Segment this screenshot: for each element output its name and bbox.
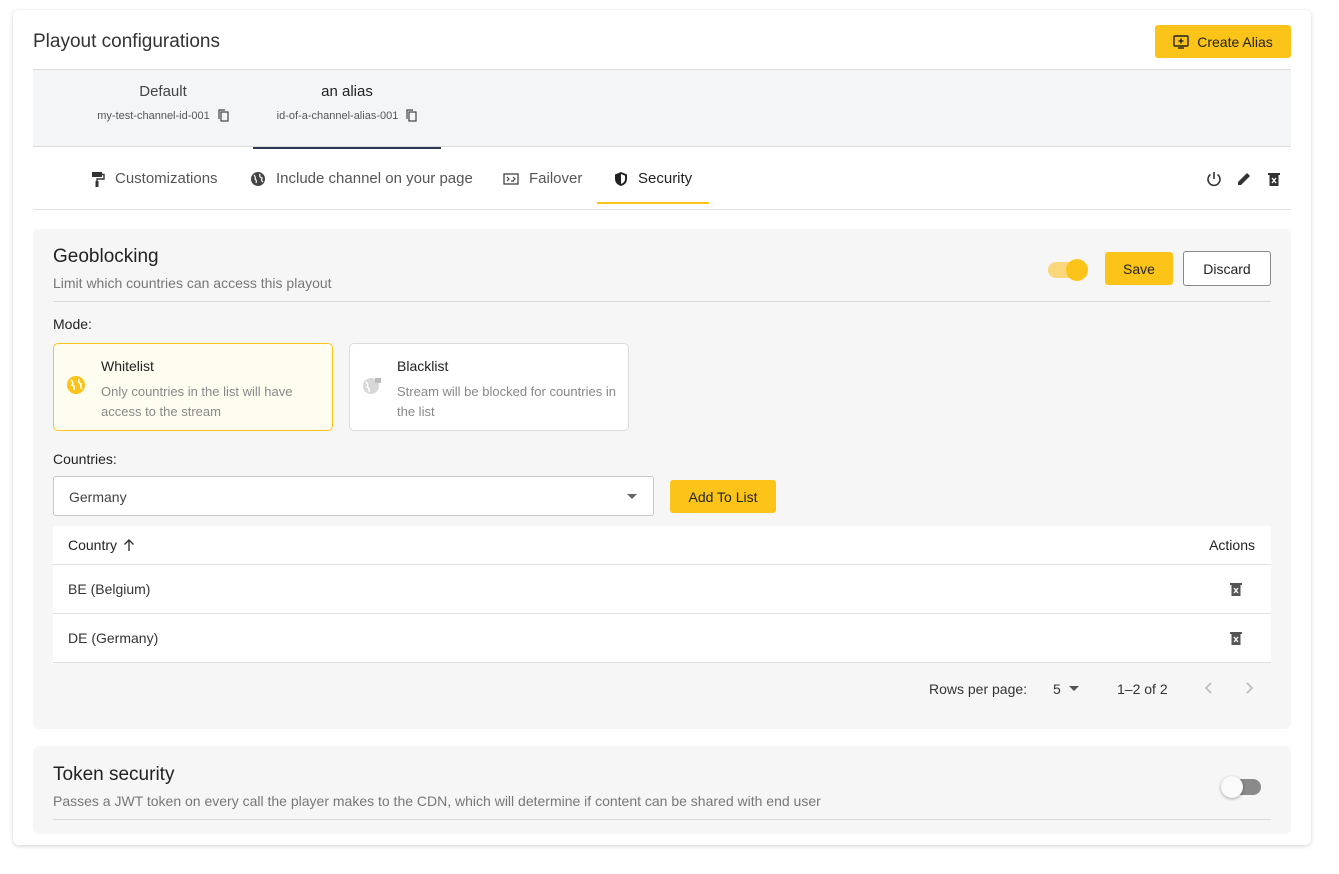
power-icon[interactable] — [1205, 170, 1223, 188]
caret-down-icon — [627, 494, 637, 499]
discard-button[interactable]: Discard — [1183, 251, 1271, 286]
mode-description: Stream will be blocked for countries in … — [397, 384, 616, 419]
geoblocking-toggle[interactable] — [1048, 259, 1088, 281]
mode-blacklist-card[interactable]: Blacklist Stream will be blocked for cou… — [349, 343, 629, 431]
tab-failover[interactable]: Failover — [503, 147, 582, 210]
chevron-left-icon[interactable] — [1203, 679, 1215, 697]
tab-label: Customizations — [115, 170, 218, 187]
geoblocking-title: Geoblocking — [53, 246, 159, 267]
tab-include-channel[interactable]: Include channel on your page — [250, 147, 473, 210]
alias-name: Default — [139, 83, 187, 100]
delete-icon[interactable] — [1229, 630, 1243, 646]
rows-per-page-select[interactable]: 5 — [1053, 681, 1079, 697]
alias-name: an alias — [321, 83, 373, 100]
tab-label: Failover — [529, 170, 583, 187]
create-alias-label: Create Alias — [1197, 33, 1273, 50]
token-security-toggle[interactable] — [1221, 776, 1261, 798]
table-row: DE (Germany) — [53, 614, 1271, 663]
globe-lock-icon — [362, 375, 382, 395]
rows-per-page-label: Rows per page: — [929, 681, 1028, 697]
save-button[interactable]: Save — [1105, 252, 1173, 285]
playout-config-card: Playout configurations Create Alias Defa… — [13, 10, 1311, 845]
tab-customizations[interactable]: Customizations — [91, 147, 218, 210]
sort-arrow-up-icon — [123, 538, 135, 552]
country-select[interactable]: Germany — [53, 476, 654, 516]
geoblocking-subtitle: Limit which countries can access this pl… — [53, 275, 332, 291]
shield-icon — [614, 171, 628, 187]
table-row: BE (Belgium) — [53, 565, 1271, 614]
country-select-value: Germany — [69, 489, 127, 505]
tab-label: Security — [638, 170, 693, 187]
tab-security[interactable]: Security — [596, 147, 710, 210]
mode-description: Only countries in the list will have acc… — [101, 384, 293, 419]
globe-icon — [250, 171, 266, 187]
pagination-range: 1–2 of 2 — [1117, 681, 1168, 697]
mode-title: Blacklist — [397, 358, 449, 374]
globe-check-icon — [66, 375, 86, 395]
token-security-title: Token security — [53, 764, 175, 785]
caret-down-icon — [1068, 686, 1079, 692]
paint-roller-icon — [91, 171, 105, 187]
table-header: Country Actions — [53, 526, 1271, 565]
copy-icon[interactable] — [218, 109, 229, 122]
geoblocking-panel: Geoblocking Limit which countries can ac… — [33, 229, 1291, 729]
alias-tab-default[interactable]: Default my-test-channel-id-001 — [83, 70, 243, 146]
tab-action-bar — [1205, 170, 1283, 188]
countries-label: Countries: — [53, 451, 117, 467]
edit-icon[interactable] — [1235, 170, 1253, 188]
countries-table: Country Actions BE (Belgium) DE (Germany… — [53, 526, 1271, 663]
add-screen-icon — [1173, 34, 1189, 49]
add-to-list-button[interactable]: Add To List — [670, 480, 776, 513]
token-security-panel: Token security Passes a JWT token on eve… — [33, 746, 1291, 834]
mode-label: Mode: — [53, 316, 92, 332]
country-cell: DE (Germany) — [68, 630, 159, 646]
chevron-right-icon[interactable] — [1243, 679, 1255, 697]
delete-icon[interactable] — [1265, 170, 1283, 188]
alias-tab-an-alias[interactable]: an alias id-of-a-channel-alias-001 — [253, 70, 441, 149]
alias-id: my-test-channel-id-001 — [97, 109, 210, 122]
alias-id: id-of-a-channel-alias-001 — [276, 109, 399, 122]
column-actions-header: Actions — [1209, 537, 1255, 553]
alias-bar: Default my-test-channel-id-001 an alias … — [33, 69, 1291, 149]
tab-label: Include channel on your page — [276, 170, 473, 187]
token-security-subtitle: Passes a JWT token on every call the pla… — [53, 793, 821, 809]
copy-icon[interactable] — [406, 109, 417, 122]
create-alias-button[interactable]: Create Alias — [1155, 25, 1291, 58]
settings-tabs: Customizations Include channel on your p… — [33, 147, 1291, 210]
failover-icon — [503, 172, 519, 185]
toggle-knob — [1221, 776, 1243, 798]
mode-title: Whitelist — [101, 358, 154, 374]
delete-icon[interactable] — [1229, 581, 1243, 597]
country-cell: BE (Belgium) — [68, 581, 151, 597]
page-title: Playout configurations — [33, 31, 220, 52]
divider — [53, 819, 1271, 820]
mode-whitelist-card[interactable]: Whitelist Only countries in the list wil… — [53, 343, 333, 431]
divider — [53, 301, 1271, 302]
toggle-knob — [1066, 259, 1088, 281]
table-pagination: Rows per page: 5 1–2 of 2 — [53, 675, 1271, 705]
column-country-header[interactable]: Country — [68, 537, 135, 553]
